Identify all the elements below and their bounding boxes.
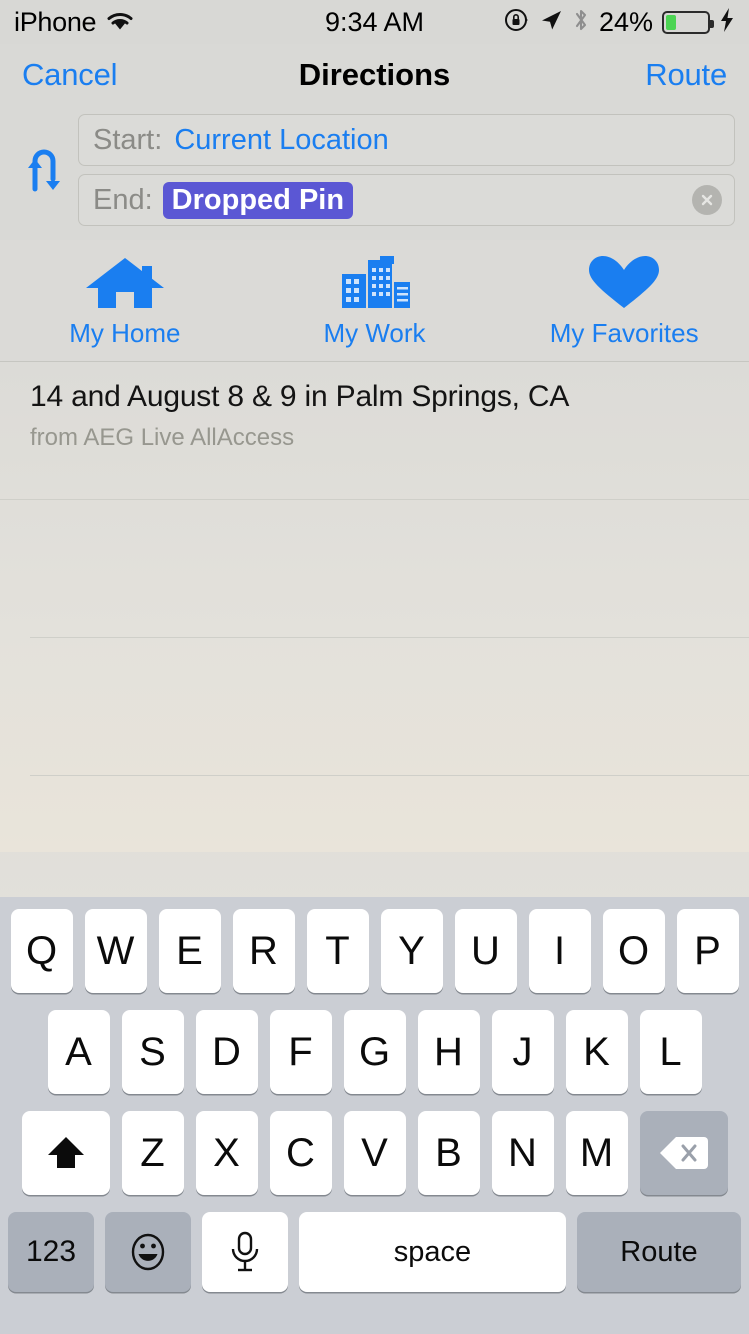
shortcut-my-work[interactable]: My Work	[250, 254, 500, 349]
endpoints-panel: Start: Current Location End: Dropped Pin	[0, 106, 749, 240]
rotation-lock-icon	[504, 7, 530, 38]
list-item[interactable]: 14 and August 8 & 9 in Palm Springs, CA …	[0, 362, 749, 500]
navigation-bar: Cancel Directions Route	[0, 44, 749, 106]
results-list: 14 and August 8 & 9 in Palm Springs, CA …	[0, 362, 749, 852]
keyboard-row-2: A S D F G H J K L	[0, 1010, 749, 1094]
clear-circle-icon	[701, 194, 713, 206]
key-r[interactable]: R	[232, 909, 295, 993]
start-field-label: Start:	[93, 123, 163, 156]
lightning-bolt-icon	[719, 7, 735, 38]
start-field-value: Current Location	[174, 123, 389, 156]
key-j[interactable]: J	[491, 1010, 554, 1094]
key-d[interactable]: D	[195, 1010, 258, 1094]
backspace-key[interactable]	[639, 1111, 728, 1195]
shortcut-label: My Home	[69, 318, 181, 348]
heart-icon	[581, 254, 667, 310]
list-item-empty	[30, 500, 749, 638]
key-h[interactable]: H	[417, 1010, 480, 1094]
key-m[interactable]: M	[565, 1111, 628, 1195]
key-i[interactable]: I	[528, 909, 591, 993]
backspace-delete-icon	[658, 1133, 710, 1173]
shortcut-my-favorites[interactable]: My Favorites	[499, 254, 749, 349]
result-title: 14 and August 8 & 9 in Palm Springs, CA	[30, 380, 570, 413]
result-subtitle: from AEG Live AllAccess	[30, 424, 295, 451]
emoji-key[interactable]	[105, 1212, 191, 1292]
key-c[interactable]: C	[269, 1111, 332, 1195]
cancel-button[interactable]: Cancel	[22, 57, 117, 93]
keyboard-row-3: Z X C V B N M	[0, 1111, 749, 1195]
route-button[interactable]: Route	[645, 57, 727, 93]
key-n[interactable]: N	[491, 1111, 554, 1195]
key-q[interactable]: Q	[10, 909, 73, 993]
key-l[interactable]: L	[639, 1010, 702, 1094]
battery-percent-label: 24%	[598, 6, 653, 37]
keyboard-row-4: 123 space Route	[0, 1212, 749, 1292]
shift-key[interactable]	[21, 1111, 110, 1195]
clear-end-field-button[interactable]	[692, 185, 722, 215]
microphone-icon	[225, 1229, 265, 1275]
key-s[interactable]: S	[121, 1010, 184, 1094]
software-keyboard: Q W E R T Y U I O P A S D F G H J K L Z …	[0, 897, 749, 1334]
status-bar-right: 24%	[504, 7, 735, 38]
key-z[interactable]: Z	[121, 1111, 184, 1195]
key-f[interactable]: F	[269, 1010, 332, 1094]
end-location-field[interactable]: End: Dropped Pin	[78, 174, 735, 226]
dictation-key[interactable]	[202, 1212, 288, 1292]
shortcut-label: My Work	[323, 318, 426, 348]
battery-icon	[662, 10, 714, 34]
list-item-empty	[30, 638, 749, 776]
numbers-key[interactable]: 123	[8, 1212, 94, 1292]
key-p[interactable]: P	[676, 909, 739, 993]
status-bar-left: iPhone	[14, 7, 135, 38]
iphone-screen: iPhone 9:34 AM 24% Cancel Directions Rou…	[0, 0, 749, 1334]
bluetooth-icon	[572, 7, 590, 38]
end-field-label: End:	[93, 183, 153, 216]
buildings-icon	[332, 254, 418, 310]
key-k[interactable]: K	[565, 1010, 628, 1094]
start-location-field[interactable]: Start: Current Location	[78, 114, 735, 166]
space-key[interactable]: space	[299, 1212, 566, 1292]
quick-shortcuts-bar: My Home My Work My Favorites	[0, 240, 749, 362]
key-a[interactable]: A	[47, 1010, 110, 1094]
key-e[interactable]: E	[158, 909, 221, 993]
key-u[interactable]: U	[454, 909, 517, 993]
key-x[interactable]: X	[195, 1111, 258, 1195]
key-w[interactable]: W	[84, 909, 147, 993]
key-v[interactable]: V	[343, 1111, 406, 1195]
key-g[interactable]: G	[343, 1010, 406, 1094]
keyboard-row-1: Q W E R T Y U I O P	[0, 909, 749, 993]
emoji-smiley-icon	[126, 1230, 170, 1274]
status-bar: iPhone 9:34 AM 24%	[0, 0, 749, 44]
location-arrow-icon	[539, 8, 563, 37]
key-o[interactable]: O	[602, 909, 665, 993]
key-y[interactable]: Y	[380, 909, 443, 993]
swap-arrows-icon	[24, 143, 68, 198]
key-t[interactable]: T	[306, 909, 369, 993]
carrier-label: iPhone	[14, 6, 97, 37]
key-b[interactable]: B	[417, 1111, 480, 1195]
house-icon	[82, 254, 168, 310]
shift-arrow-icon	[44, 1131, 88, 1175]
swap-endpoints-button[interactable]	[14, 143, 78, 198]
end-field-value: Dropped Pin	[162, 181, 354, 219]
return-key[interactable]: Route	[577, 1212, 741, 1292]
shortcut-my-home[interactable]: My Home	[0, 254, 250, 349]
endpoint-fields: Start: Current Location End: Dropped Pin	[78, 114, 735, 226]
wifi-icon	[105, 9, 135, 36]
shortcut-label: My Favorites	[549, 318, 699, 348]
